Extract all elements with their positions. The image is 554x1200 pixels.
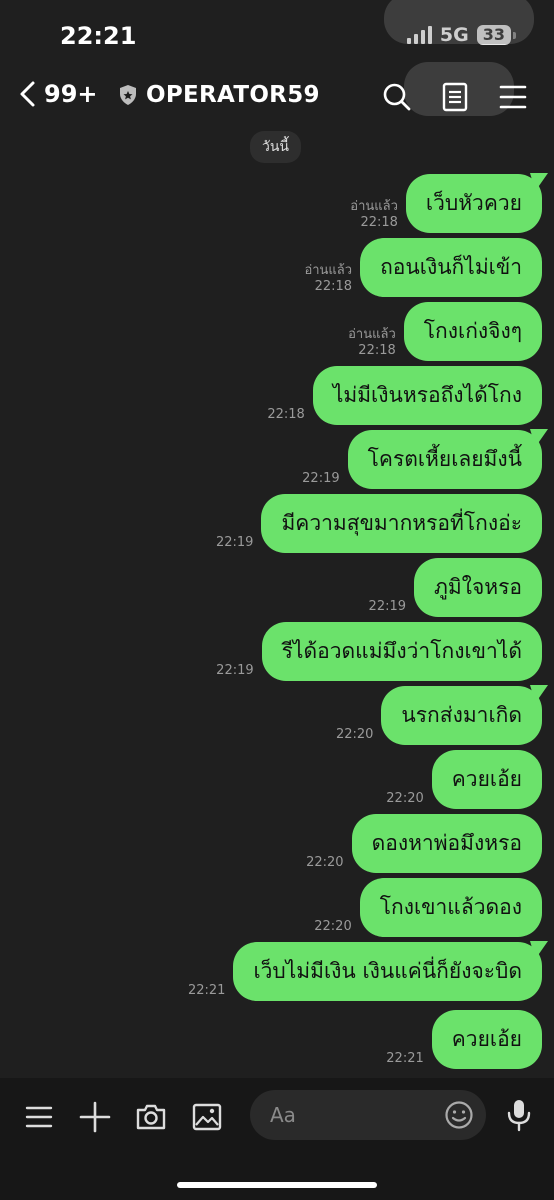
message-row: 22:20 ควยเอ้ย [386, 750, 542, 809]
message-time: 22:18 [267, 407, 305, 422]
menu-toggle-button[interactable] [22, 1100, 56, 1134]
read-receipt: อ่านแล้ว [350, 199, 398, 214]
message-time: 22:19 [302, 471, 340, 486]
message-time: 22:19 [216, 663, 254, 678]
message-input-container[interactable] [250, 1090, 486, 1140]
message-row: 22:18 ไม่มีเงินหรอถึงได้โกง [267, 366, 542, 425]
notes-button[interactable] [438, 80, 472, 114]
list-menu-icon [25, 1106, 53, 1128]
message-row: อ่านแล้ว 22:18 โกงเก่งจิงๆ [348, 302, 542, 361]
date-separator: วันนี้ [250, 131, 302, 163]
message-meta: 22:21 [386, 1051, 423, 1067]
camera-button[interactable] [134, 1100, 168, 1134]
message-meta: อ่านแล้ว 22:18 [348, 327, 396, 359]
search-icon [383, 83, 411, 111]
chat-name: OPERATOR59 [146, 82, 320, 108]
message-bubble[interactable]: เว็บไม่มีเงิน เงินแค่นี่ก็ยังจะบิด [233, 942, 542, 1001]
message-time: 22:19 [368, 599, 407, 614]
message-bubble[interactable]: ดองหาพ่อมึงหรอ [351, 814, 542, 873]
back-button[interactable]: 99+ [18, 80, 98, 108]
message-time: 22:20 [335, 727, 374, 742]
message-meta: 22:20 [386, 791, 423, 807]
message-time: 22:20 [386, 791, 424, 806]
message-row: 22:19 มีความสุขมากหรอที่โกงอ่ะ [216, 494, 542, 553]
search-button[interactable] [380, 80, 414, 114]
composer-bar [0, 1078, 554, 1200]
plus-icon [79, 1101, 111, 1133]
read-receipt: อ่านแล้ว [304, 263, 353, 278]
message-time: 22:21 [386, 1051, 424, 1066]
image-icon [192, 1103, 222, 1131]
message-time: 22:18 [358, 343, 396, 358]
camera-icon [136, 1104, 166, 1130]
message-meta: 22:19 [302, 471, 339, 487]
notes-icon [442, 82, 468, 112]
message-row: อ่านแล้ว 22:18 ถอนเงินก็ไม่เข้า [304, 238, 542, 297]
emoji-icon [445, 1101, 473, 1129]
message-meta: 22:20 [306, 855, 343, 871]
shield-icon [120, 85, 136, 105]
message-bubble[interactable]: ภูมิใจหรอ [414, 558, 542, 617]
message-bubble[interactable]: ควยเอ้ย [431, 1010, 542, 1069]
voice-button[interactable] [506, 1098, 532, 1136]
message-bubble[interactable]: เว็บหัวควย [405, 174, 542, 233]
message-meta: อ่านแล้ว 22:18 [350, 199, 398, 231]
message-row: 22:20 โกงเขาแล้วดอง [314, 878, 542, 937]
unread-count: 99+ [44, 80, 98, 108]
message-time: 22:20 [314, 919, 352, 934]
message-bubble[interactable]: ควยเอ้ย [431, 750, 542, 809]
message-time: 22:19 [215, 535, 254, 550]
message-meta: 22:19 [216, 663, 253, 679]
hamburger-menu-icon [499, 85, 527, 109]
message-bubble[interactable]: ถอนเงินก็ไม่เข้า [360, 238, 542, 297]
home-indicator [177, 1182, 377, 1188]
message-bubble[interactable]: รีได้อวดแม่มึงว่าโกงเขาได้ [261, 622, 542, 681]
message-bubble[interactable]: โครตเหี้ยเลยมึงนี้ [347, 430, 542, 489]
message-meta: 22:20 [314, 919, 351, 935]
microphone-icon [507, 1100, 531, 1132]
message-row: 22:21 เว็บไม่มีเงิน เงินแค่นี่ก็ยังจะบิด [188, 942, 542, 1001]
message-time: 22:18 [360, 215, 398, 230]
message-bubble[interactable]: โกงเก่งจิงๆ [403, 302, 542, 361]
chat-title[interactable]: OPERATOR59 [118, 82, 320, 108]
message-bubble[interactable]: ไม่มีเงินหรอถึงได้โกง [312, 366, 542, 425]
message-meta: 22:19 [216, 535, 253, 551]
gallery-button[interactable] [190, 1100, 224, 1134]
message-list[interactable]: อ่านแล้ว 22:18 เว็บหัวควย อ่านแล้ว 22:18… [0, 170, 554, 1070]
message-row: 22:21 ควยเอ้ย [386, 1010, 542, 1069]
message-meta: 22:20 [336, 727, 373, 743]
message-meta: 22:21 [188, 983, 225, 999]
add-button[interactable] [78, 1100, 112, 1134]
status-time: 22:21 [60, 22, 137, 50]
message-row: 22:19 ภูมิใจหรอ [369, 558, 542, 617]
chevron-left-icon [20, 81, 35, 107]
message-time: 22:18 [314, 279, 353, 294]
menu-button[interactable] [496, 80, 530, 114]
message-bubble[interactable]: โกงเขาแล้วดอง [359, 878, 542, 937]
chat-header: 99+ OPERATOR59 [0, 76, 554, 122]
message-bubble[interactable]: มีความสุขมากหรอที่โกงอ่ะ [261, 494, 542, 553]
message-meta: 22:18 [267, 407, 304, 423]
read-receipt: อ่านแล้ว [348, 327, 396, 342]
message-bubble[interactable]: นรกส่งมาเกิด [381, 686, 542, 745]
message-meta: อ่านแล้ว 22:18 [304, 263, 352, 295]
message-row: 22:20 นรกส่งมาเกิด [336, 686, 542, 745]
message-time: 22:20 [306, 855, 344, 870]
message-time: 22:21 [187, 983, 226, 998]
message-meta: 22:19 [369, 599, 406, 615]
message-input[interactable] [250, 1102, 442, 1128]
message-row: อ่านแล้ว 22:18 เว็บหัวควย [350, 174, 542, 233]
emoji-button[interactable] [444, 1100, 474, 1134]
message-row: 22:19 รีได้อวดแม่มึงว่าโกงเขาได้ [216, 622, 542, 681]
message-row: 22:19 โครตเหี้ยเลยมึงนี้ [302, 430, 542, 489]
message-row: 22:20 ดองหาพ่อมึงหรอ [306, 814, 542, 873]
